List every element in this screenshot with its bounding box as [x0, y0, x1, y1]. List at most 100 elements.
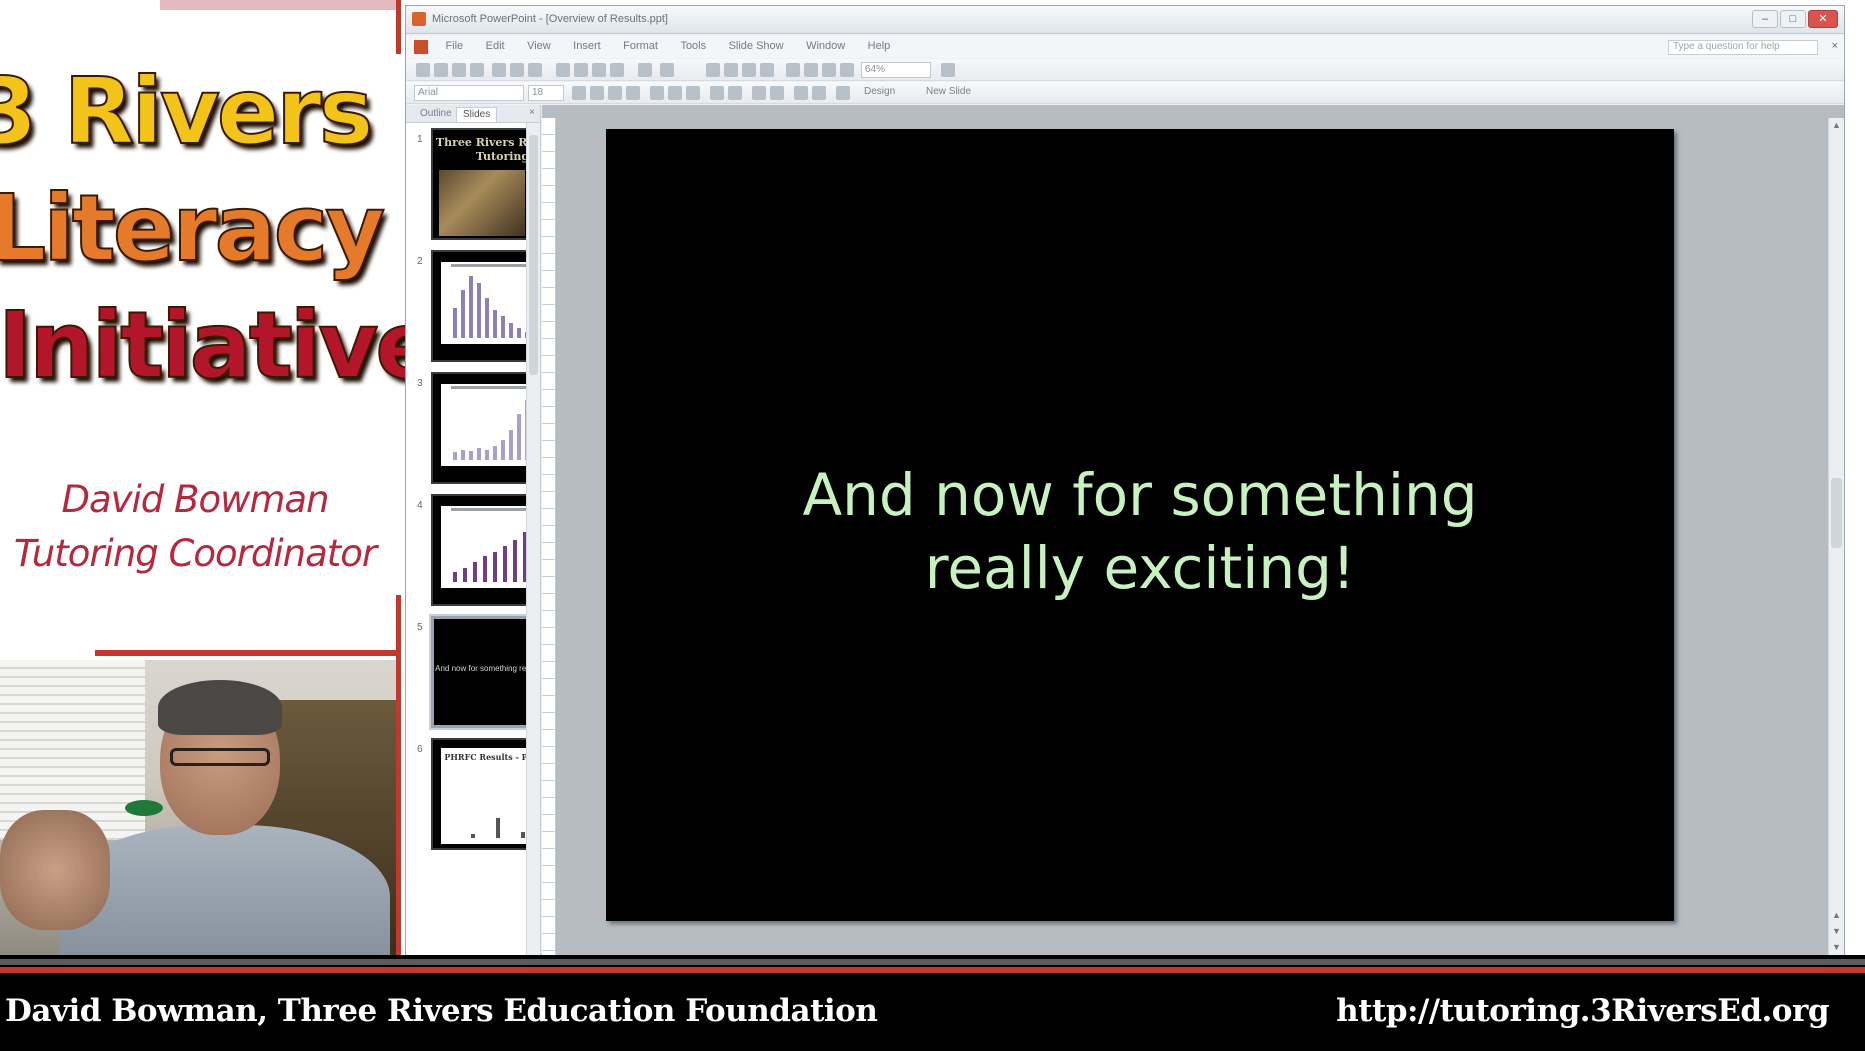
underline-icon[interactable]: [608, 86, 622, 100]
font-select[interactable]: Arial: [414, 85, 524, 101]
thumbnail-frame: PHRFC Results - Program: [431, 738, 540, 850]
grey-stripe: [0, 959, 1865, 965]
print-preview-icon[interactable]: [510, 63, 524, 77]
align-right-icon[interactable]: [686, 86, 700, 100]
tab-outline[interactable]: Outline: [414, 107, 458, 122]
numbering-icon[interactable]: [710, 86, 724, 100]
current-slide[interactable]: And now for something really exciting!: [606, 129, 1674, 921]
bullets-icon[interactable]: [728, 86, 742, 100]
insert-chart-icon[interactable]: [706, 63, 720, 77]
pane-close-icon[interactable]: ×: [529, 107, 535, 118]
new-icon[interactable]: [416, 63, 430, 77]
red-rule: [95, 650, 400, 656]
scroll-thumb[interactable]: [529, 135, 538, 375]
menu-bar: File Edit View Insert Format Tools Slide…: [406, 36, 1844, 58]
increase-font-icon[interactable]: [752, 86, 766, 100]
help-icon[interactable]: [941, 63, 955, 77]
previous-slide-icon[interactable]: ▲: [1832, 910, 1841, 920]
cut-icon[interactable]: [556, 63, 570, 77]
thumbnail-text: And now for something really exciting!: [435, 664, 540, 673]
undo-icon[interactable]: [638, 63, 652, 77]
insert-hyperlink-icon[interactable]: [760, 63, 774, 77]
menu-tools[interactable]: Tools: [671, 36, 715, 52]
grid-icon[interactable]: [822, 63, 836, 77]
chart-bar: [463, 568, 467, 582]
minimize-button[interactable]: –: [1752, 10, 1778, 28]
chart-bar: [453, 308, 457, 338]
vertical-scrollbar[interactable]: ▲ ▲ ▼ ▼: [1828, 118, 1844, 956]
presenter-hair: [158, 680, 282, 735]
maximize-button[interactable]: □: [1780, 10, 1806, 28]
chart-bar: [501, 316, 505, 338]
next-slide-icon[interactable]: ▼: [1832, 926, 1841, 936]
tab-slides[interactable]: Slides: [456, 107, 498, 122]
align-left-icon[interactable]: [650, 86, 664, 100]
chart-bar: [469, 451, 473, 460]
red-divider: [396, 0, 401, 54]
show-formatting-icon[interactable]: [804, 63, 818, 77]
chart-bar: [477, 448, 481, 460]
lower-third-banner: David Bowman, Three Rivers Education Fou…: [0, 955, 1865, 1051]
font-color-icon[interactable]: [836, 86, 850, 100]
menu-help[interactable]: Help: [859, 36, 900, 52]
zoom-select[interactable]: 64%: [861, 62, 931, 78]
close-button[interactable]: ✕: [1808, 10, 1838, 28]
logo-line-1: 3 Rivers: [0, 57, 374, 166]
menu-file[interactable]: File: [436, 36, 472, 52]
pane-scrollbar[interactable]: [526, 123, 540, 956]
italic-icon[interactable]: [590, 86, 604, 100]
chart-bar: [483, 556, 487, 582]
menu-format[interactable]: Format: [614, 36, 667, 52]
insert-table-icon[interactable]: [724, 63, 738, 77]
menu-window[interactable]: Window: [797, 36, 854, 52]
thumbnail-frame-selected: And now for something really exciting!: [431, 616, 540, 728]
redo-icon[interactable]: [660, 63, 674, 77]
spelling-icon[interactable]: [528, 63, 542, 77]
close-document-icon[interactable]: ×: [1832, 40, 1838, 52]
slide-number: 2: [417, 256, 423, 267]
paste-icon[interactable]: [592, 63, 606, 77]
align-center-icon[interactable]: [668, 86, 682, 100]
new-slide-button[interactable]: New Slide: [926, 86, 971, 97]
design-button[interactable]: Design: [864, 86, 895, 97]
menu-edit[interactable]: Edit: [477, 36, 514, 52]
chart-bar: [503, 546, 507, 582]
top-accent-bar: [160, 0, 400, 10]
thumbnail-frame: [431, 250, 540, 362]
scroll-up-icon[interactable]: ▲: [1832, 120, 1841, 130]
chart-bar: [509, 430, 513, 460]
slide-text[interactable]: And now for something really exciting!: [606, 459, 1674, 605]
chart-bar: [485, 450, 489, 460]
email-icon[interactable]: [470, 63, 484, 77]
decrease-indent-icon[interactable]: [794, 86, 808, 100]
help-search-input[interactable]: Type a question for help: [1668, 40, 1818, 55]
red-divider-lower: [396, 595, 401, 955]
copy-icon[interactable]: [574, 63, 588, 77]
slide-number: 6: [417, 744, 423, 755]
chart-bar: [517, 328, 521, 338]
document-icon[interactable]: [414, 40, 428, 54]
slide-edit-area[interactable]: And now for something really exciting! ▲…: [542, 105, 1844, 956]
bold-icon[interactable]: [572, 86, 586, 100]
tables-borders-icon[interactable]: [742, 63, 756, 77]
open-icon[interactable]: [434, 63, 448, 77]
chart-bar: [477, 283, 481, 338]
chart-bar: [453, 452, 457, 460]
format-painter-icon[interactable]: [610, 63, 624, 77]
increase-indent-icon[interactable]: [812, 86, 826, 100]
slide-number: 3: [417, 378, 423, 389]
menu-insert[interactable]: Insert: [564, 36, 610, 52]
decrease-font-icon[interactable]: [770, 86, 784, 100]
print-icon[interactable]: [492, 63, 506, 77]
presenter-glasses: [170, 748, 270, 766]
expand-all-icon[interactable]: [786, 63, 800, 77]
save-icon[interactable]: [452, 63, 466, 77]
scroll-thumb[interactable]: [1831, 478, 1842, 548]
menu-view[interactable]: View: [518, 36, 560, 52]
color-grayscale-icon[interactable]: [840, 63, 854, 77]
menu-slide-show[interactable]: Slide Show: [720, 36, 793, 52]
chart-point: [471, 834, 475, 838]
font-size-select[interactable]: 18: [528, 85, 564, 101]
shadow-icon[interactable]: [626, 86, 640, 100]
scroll-down-icon[interactable]: ▼: [1832, 942, 1841, 952]
